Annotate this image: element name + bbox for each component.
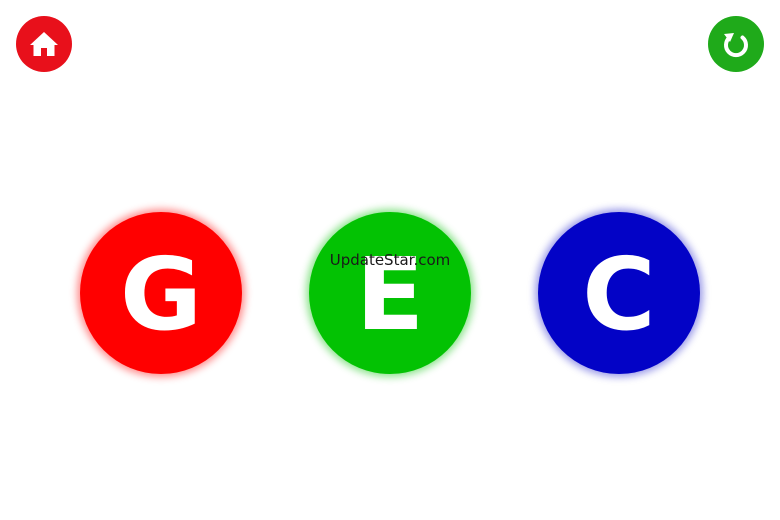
home-button[interactable]	[16, 16, 72, 72]
ball-letter: G	[119, 236, 203, 353]
restart-button[interactable]	[708, 16, 764, 72]
letter-ball-e[interactable]: E	[309, 212, 471, 374]
ball-letter: E	[355, 236, 425, 353]
letter-ball-c[interactable]: C	[538, 212, 700, 374]
ball-letter: C	[582, 236, 656, 353]
letter-ball-g[interactable]: G	[80, 212, 242, 374]
restart-icon	[720, 28, 752, 60]
home-icon	[29, 30, 59, 58]
